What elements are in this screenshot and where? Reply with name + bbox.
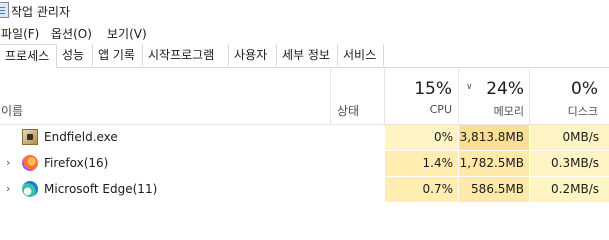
- disk-total-percent[interactable]: 0%: [532, 79, 598, 99]
- process-row[interactable]: › Firefox(16) 1.4% 1,782.5MB 0.3MB/s: [0, 151, 609, 176]
- column-divider: [330, 68, 331, 124]
- task-manager-icon: [0, 2, 9, 18]
- memory-value: 3,813.8MB: [459, 125, 529, 150]
- window-title: 작업 관리자: [11, 5, 71, 19]
- process-name: Endfield.exe: [44, 130, 118, 144]
- edge-icon: [22, 181, 38, 197]
- memory-total-percent[interactable]: 24%: [462, 79, 524, 99]
- tab-app-history[interactable]: 앱 기록: [93, 44, 143, 66]
- tab-users[interactable]: 사용자: [229, 44, 277, 66]
- cpu-total-percent[interactable]: 15%: [390, 79, 452, 99]
- tab-services[interactable]: 서비스: [338, 44, 384, 66]
- column-divider: [529, 68, 530, 124]
- column-memory[interactable]: 메모리: [462, 103, 524, 119]
- cpu-value: 1.4%: [385, 151, 458, 176]
- process-name: Microsoft Edge(11): [44, 182, 158, 196]
- firefox-icon: [22, 155, 38, 171]
- disk-value: 0.3MB/s: [530, 151, 609, 176]
- process-name: Firefox(16): [44, 156, 109, 170]
- menu-file[interactable]: 파일(F): [1, 25, 39, 42]
- column-name[interactable]: 이름: [1, 102, 23, 119]
- tab-bar: 프로세스 성능 앱 기록 시작프로그램 사용자 세부 정보 서비스: [0, 44, 609, 68]
- process-row[interactable]: › Microsoft Edge(11) 0.7% 586.5MB 0.2MB/…: [0, 177, 609, 202]
- endfield-app-icon: [22, 129, 38, 145]
- tab-startup[interactable]: 시작프로그램: [143, 44, 229, 66]
- column-divider: [384, 68, 385, 124]
- title-bar: 작업 관리자: [0, 0, 609, 22]
- memory-value: 586.5MB: [459, 177, 529, 202]
- tab-performance[interactable]: 성능: [57, 44, 93, 66]
- column-cpu[interactable]: CPU: [390, 103, 452, 116]
- column-divider: [458, 68, 459, 124]
- process-row[interactable]: Endfield.exe 0% 3,813.8MB 0MB/s: [0, 125, 609, 150]
- tab-details[interactable]: 세부 정보: [277, 44, 338, 66]
- column-status[interactable]: 상태: [337, 102, 359, 119]
- cpu-value: 0%: [385, 125, 458, 150]
- menu-view[interactable]: 보기(V): [107, 25, 147, 42]
- column-header-row: 이름 상태 15% CPU ∨ 24% 메모리 0% 디스크: [0, 68, 609, 125]
- disk-value: 0.2MB/s: [530, 177, 609, 202]
- expand-chevron-icon[interactable]: ›: [6, 156, 10, 169]
- expand-chevron-icon[interactable]: ›: [6, 182, 10, 195]
- memory-value: 1,782.5MB: [459, 151, 529, 176]
- tab-processes[interactable]: 프로세스: [0, 44, 57, 68]
- column-disk[interactable]: 디스크: [532, 103, 598, 119]
- menu-options[interactable]: 옵션(O): [51, 25, 92, 42]
- cpu-value: 0.7%: [385, 177, 458, 202]
- disk-value: 0MB/s: [530, 125, 609, 150]
